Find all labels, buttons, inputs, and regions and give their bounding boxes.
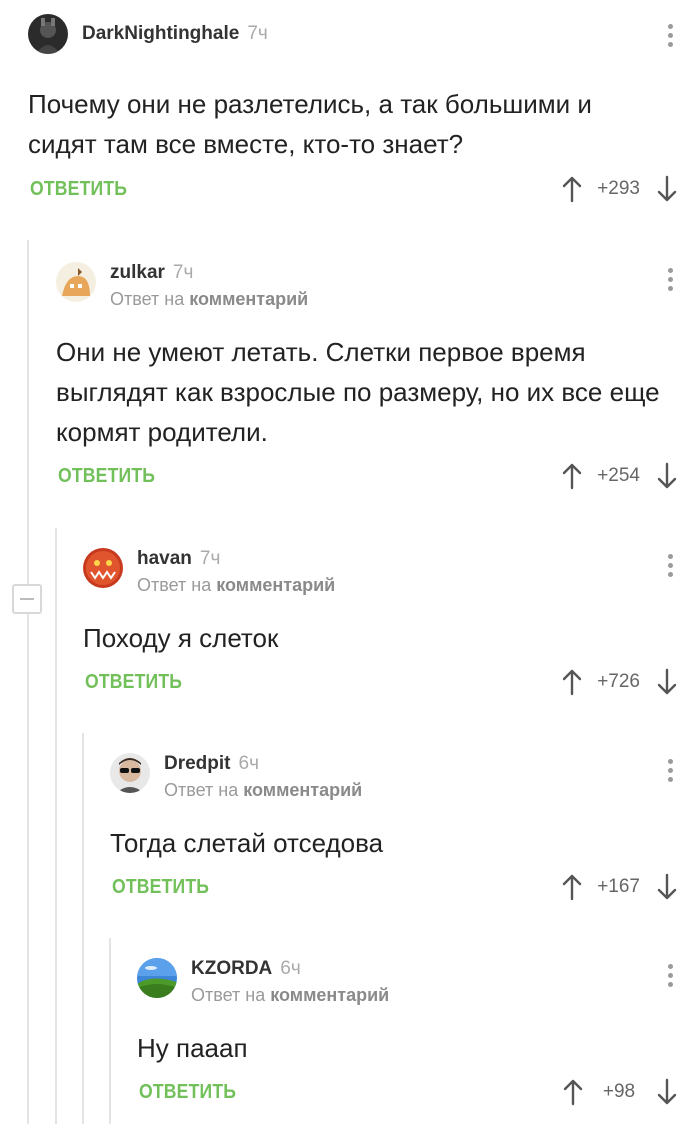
dark-knight-avatar[interactable] [28,14,68,54]
more-options-icon[interactable] [668,268,674,295]
upvote-arrow-icon[interactable] [561,461,583,491]
more-options-icon[interactable] [668,964,674,991]
comment-text: Тогда слетай отседова [110,828,384,858]
comment-time: 7ч [247,23,268,44]
downvote-arrow-icon[interactable] [656,872,678,902]
reply-to-link[interactable]: Ответ на комментарий [164,780,362,801]
username[interactable]: KZORDA 6ч [191,958,301,980]
comment-text: Ну пааап [137,1033,248,1063]
more-options-icon[interactable] [668,554,674,581]
collapse-thread-button[interactable] [12,584,42,614]
downvote-arrow-icon[interactable] [656,461,678,491]
reply-to-link[interactable]: Ответ на комментарий [110,289,308,310]
comment-text: Почему они не разлетелись, а так большим… [28,89,592,159]
comment-time: 7ч [199,548,221,569]
rating-score: +167 [597,876,640,897]
comment: Dredpit 6ч Ответ на комментарий Тогда сле… [110,753,700,913]
reply-button[interactable]: ОТВЕТИТЬ [112,876,209,899]
reply-button[interactable]: ОТВЕТИТЬ [85,671,182,694]
more-options-icon[interactable] [668,759,674,786]
comment: zulkar 7ч Ответ на комментарий Они не уме… [56,262,700,502]
vote-bar: +293 [561,174,678,204]
reply-button[interactable]: ОТВЕТИТЬ [30,178,127,201]
monster-avatar[interactable] [83,548,123,588]
username[interactable]: havan 7ч [137,548,220,570]
thread-line-level-2 [55,528,57,1124]
comment-text: Походу я слеток [83,623,279,653]
reply-button[interactable]: ОТВЕТИТЬ [139,1081,236,1104]
more-options-icon[interactable] [668,24,674,51]
landscape-avatar[interactable] [137,958,177,998]
rating-score: +726 [597,671,640,692]
upvote-arrow-icon[interactable] [561,667,583,697]
upvote-arrow-icon[interactable] [562,1077,584,1107]
comment-time: 6ч [280,958,301,979]
reply-to-link[interactable]: Ответ на комментарий [191,985,389,1006]
vote-bar: +167 [561,872,678,902]
vote-bar: +726 [561,667,678,697]
cartoon-avatar[interactable] [56,262,96,302]
comment-time: 6ч [238,753,259,774]
thread-line-level-1 [27,240,29,1124]
reply-to-link[interactable]: Ответ на комментарий [137,575,335,596]
vote-bar: +98 [562,1077,678,1107]
upvote-arrow-icon[interactable] [561,872,583,902]
username[interactable]: zulkar 7ч [110,262,193,284]
sunglasses-man-avatar[interactable] [110,753,150,793]
rating-score: +254 [597,465,640,486]
comment: DarkNightinghale 7ч Почему они не разлете… [28,14,700,214]
vote-bar: +254 [561,461,678,491]
downvote-arrow-icon[interactable] [656,174,678,204]
rating-score: +293 [597,178,640,199]
thread-line-level-3 [82,733,84,1124]
downvote-arrow-icon[interactable] [656,1077,678,1107]
username[interactable]: Dredpit 6ч [164,753,259,775]
thread-line-level-4 [109,938,111,1124]
downvote-arrow-icon[interactable] [656,667,678,697]
rating-score: +98 [602,1081,636,1102]
upvote-arrow-icon[interactable] [561,174,583,204]
comment-time: 7ч [172,262,194,283]
comment-text: Они не умеют летать. Слетки первое время… [56,337,660,447]
comment: havan 7ч Ответ на комментарий Походу я сл… [83,548,700,708]
username[interactable]: DarkNightinghale 7ч [82,23,268,45]
comment: KZORDA 6ч Ответ на комментарий Ну пааап О… [137,958,700,1118]
reply-button[interactable]: ОТВЕТИТЬ [58,465,155,488]
